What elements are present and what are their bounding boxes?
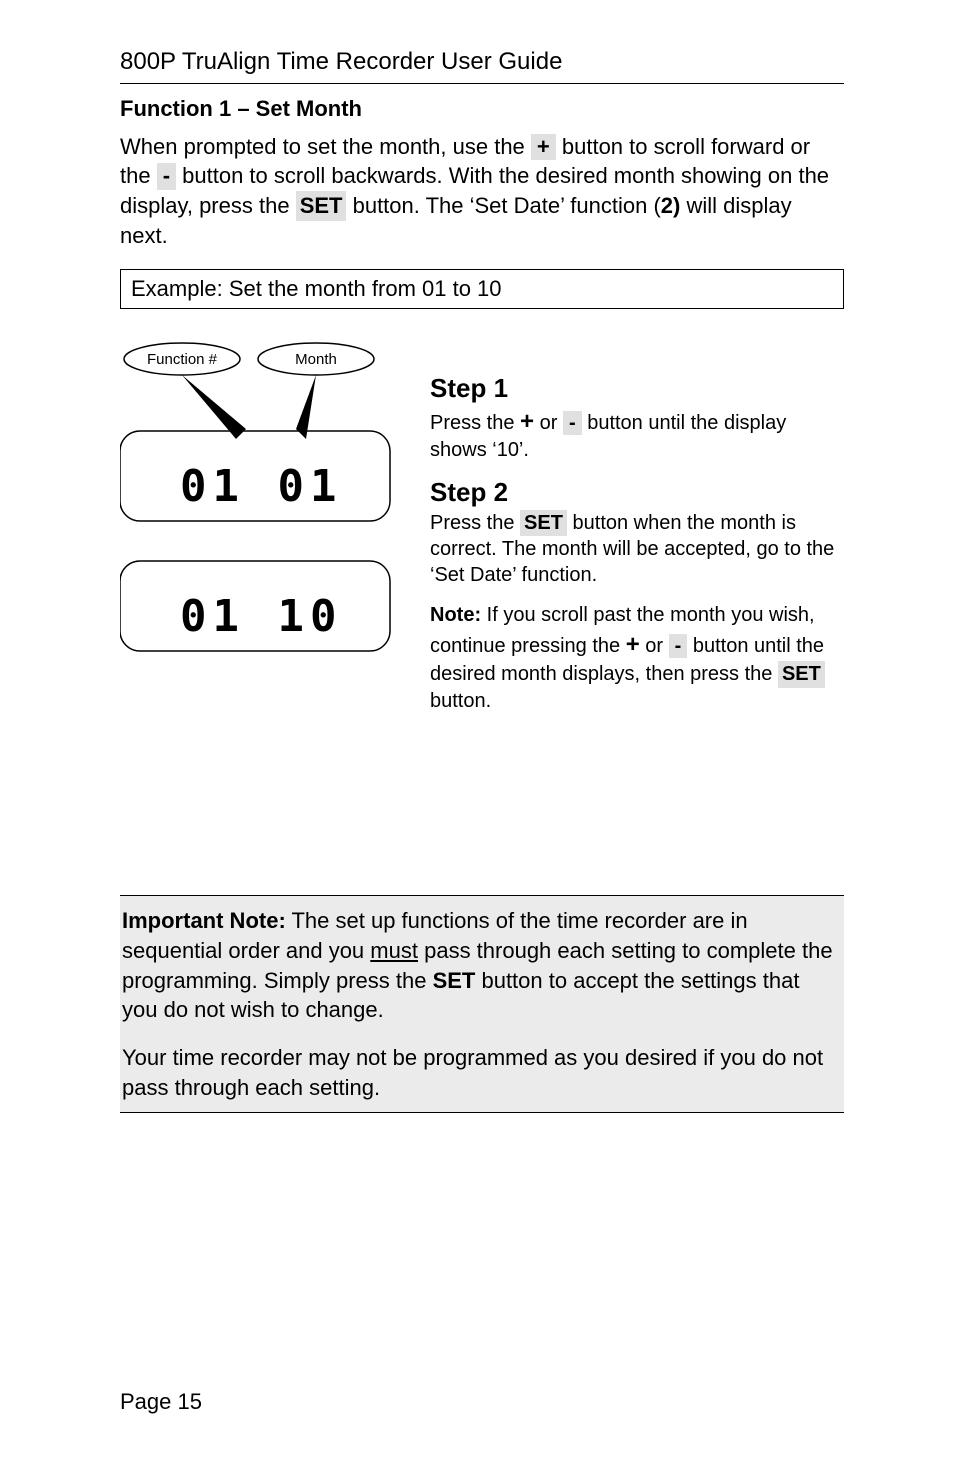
important-set: SET [433, 968, 476, 993]
step1-title: Step 1 [430, 373, 844, 404]
columns: Function # Month 01 01 01 10 Step 1 Pres… [120, 333, 844, 716]
step2-text-a: Press the [430, 512, 520, 534]
step2-set: SET [520, 510, 567, 536]
note-minus: - [669, 634, 688, 658]
step1-body: Press the + or - button until the displa… [430, 406, 844, 463]
display-after-text: 01 10 [180, 591, 342, 642]
note-plus: + [626, 631, 640, 658]
note-label: Note: [430, 604, 481, 626]
important-label: Important Note: [122, 908, 286, 933]
minus-button-ref: - [157, 163, 176, 189]
page: 800P TruAlign Time Recorder User Guide F… [0, 0, 954, 1475]
callout-function-label: Function # [147, 351, 218, 368]
intro-text-1: When prompted to set the month, use the [120, 134, 531, 159]
step1-or: or [534, 412, 563, 434]
note-body: Note: If you scroll past the month you w… [430, 602, 844, 715]
intro-bold-2: 2) [661, 193, 681, 218]
section-heading: Function 1 – Set Month [120, 96, 844, 122]
step2-body: Press the SET button when the month is c… [430, 510, 844, 588]
important-text-d: Your time recorder may not be programmed… [122, 1043, 836, 1102]
intro-paragraph: When prompted to set the month, use the … [120, 132, 844, 251]
step1-minus: - [563, 411, 582, 435]
set-button-ref: SET [296, 191, 347, 221]
diagram-column: Function # Month 01 01 01 10 [120, 333, 420, 666]
intro-text-4: button. The ‘Set Date’ function ( [346, 193, 660, 218]
example-box: Example: Set the month from 01 to 10 [120, 269, 844, 309]
callout-month-label: Month [295, 351, 337, 368]
important-note-box: Important Note: The set up functions of … [120, 895, 844, 1113]
display-before-text: 01 01 [180, 461, 342, 512]
steps-column: Step 1 Press the + or - button until the… [420, 333, 844, 716]
page-number: Page 15 [120, 1389, 202, 1415]
note-set: SET [778, 661, 825, 688]
important-must: must [370, 938, 418, 963]
header-title: 800P TruAlign Time Recorder User Guide [120, 48, 844, 77]
note-or: or [640, 635, 669, 657]
display-diagram-svg: Function # Month 01 01 01 10 [120, 341, 420, 661]
step2-title: Step 2 [430, 477, 844, 508]
plus-button-ref: + [531, 134, 556, 160]
step1-plus: + [520, 408, 534, 435]
header-rule [120, 83, 844, 84]
note-text-c: button. [430, 690, 491, 712]
step1-text-a: Press the [430, 412, 520, 434]
